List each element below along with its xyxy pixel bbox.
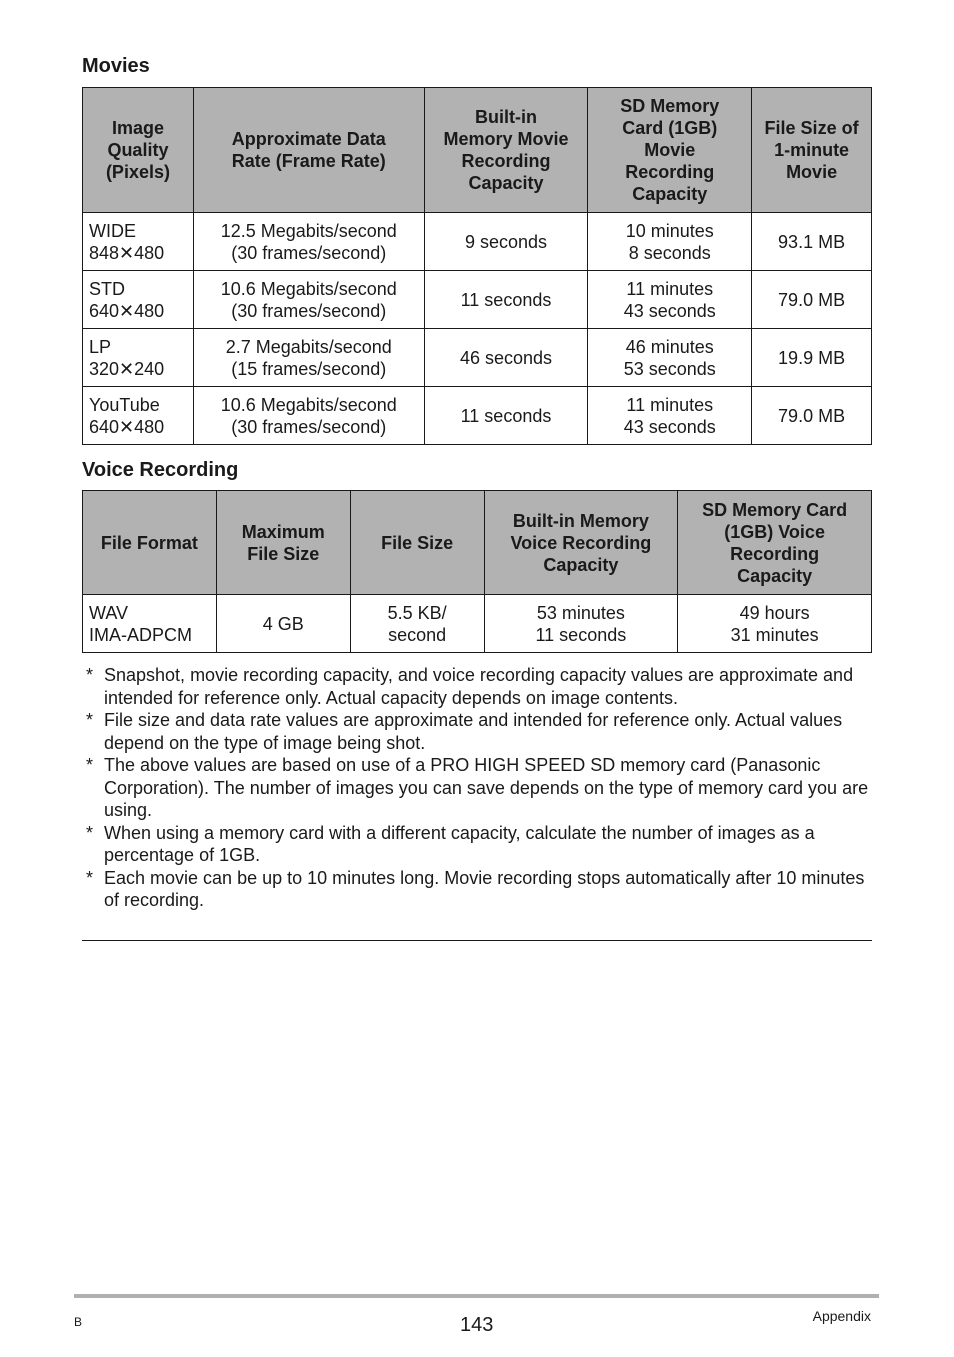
header-image-quality: Image Quality (Pixels)	[82, 87, 194, 213]
cell-rate: 2.7 Megabits/second (15 frames/second)	[192, 328, 425, 387]
header-max-file-size: Maximum File Size	[215, 490, 351, 595]
header-file-format: File Format	[82, 490, 217, 595]
footnote: * Snapshot, movie recording capacity, and…	[82, 664, 872, 709]
footnote: * File size and data rate values are appr…	[82, 709, 872, 754]
footnote-text: Snapshot, movie recording capacity, and …	[104, 665, 854, 708]
table-row: YouTube 640✕480 10.6 Megabits/second (30 f…	[82, 386, 872, 445]
header-builtin-capacity: Built-in Memory Movie Recording Capacity	[423, 87, 589, 213]
footnote: * The above values are based on use of a …	[82, 754, 872, 822]
table-row: LP 320✕240 2.7 Megabits/second (15 frames/…	[82, 328, 872, 387]
cell-file-size: 79.0 MB	[751, 386, 872, 445]
cell-builtin: 11 seconds	[423, 386, 589, 445]
table-row: WIDE 848✕480 12.5 Megabits/second (30 fram…	[82, 212, 872, 271]
movies-header-row: Image Quality (Pixels) Approximate Data Rat…	[82, 87, 872, 213]
header-file-size: File Size of 1-minute Movie	[751, 87, 872, 213]
asterisk-icon: *	[86, 755, 94, 775]
cell-builtin: 53 minutes 11 seconds	[483, 594, 679, 653]
cell-builtin: 46 seconds	[423, 328, 589, 387]
cell-sd: 10 minutes 8 seconds	[587, 212, 753, 271]
cell-file-size: 5.5 KB/second	[349, 594, 485, 653]
cell-rate: 12.5 Megabits/second (30 frames/second)	[192, 212, 425, 271]
table-row: STD 640✕480 10.6 Megabits/second (30 frame…	[82, 270, 872, 329]
asterisk-icon: *	[86, 665, 94, 685]
footnote: * When using a memory card with a differe…	[82, 822, 872, 867]
voice-recording-table: File Format Maximum File Size File Size B…	[82, 490, 872, 653]
footnotes: * Snapshot, movie recording capacity, and…	[82, 664, 872, 912]
table-row: WAV IMA-ADPCM 4 GB 5.5 KB/second 53 minut…	[82, 594, 872, 653]
notes-divider	[82, 940, 872, 941]
header-file-size: File Size	[349, 490, 485, 595]
voice-header-row: File Format Maximum File Size File Size B…	[82, 490, 872, 595]
cell-quality: WIDE 848✕480	[82, 212, 194, 271]
cell-builtin: 9 seconds	[423, 212, 589, 271]
asterisk-icon: *	[86, 867, 94, 888]
footnote-text: The above values are based on use of a P…	[104, 755, 869, 820]
cell-rate: 10.6 Megabits/second (30 frames/second)	[192, 386, 425, 445]
movies-table: Image Quality (Pixels) Approximate Data Rat…	[82, 87, 872, 445]
header-builtin-capacity: Built-in Memory Voice Recording Capacity	[483, 490, 679, 595]
cell-rate: 10.6 Megabits/second (30 frames/second)	[192, 270, 425, 329]
footnote-text: When using a memory card with a differen…	[104, 822, 815, 866]
cell-sd: 46 minutes 53 seconds	[587, 328, 753, 387]
voice-section-title: Voice Recording	[82, 459, 239, 481]
cell-format: WAV IMA-ADPCM	[82, 594, 217, 653]
footer-divider	[74, 1294, 879, 1298]
cell-quality: LP 320✕240	[82, 328, 194, 387]
footnote-text: Each movie can be up to 10 minutes long.…	[104, 867, 865, 911]
asterisk-icon: *	[86, 822, 94, 843]
header-sd-capacity: SD Memory Card (1GB) Movie Recording Capacit…	[587, 87, 753, 213]
footnote: * Each movie can be up to 10 minutes long…	[82, 867, 872, 912]
header-sd-capacity: SD Memory Card (1GB) Voice Recording Capaci…	[677, 490, 872, 595]
movies-section-title: Movies	[82, 55, 150, 77]
cell-sd: 11 minutes 43 seconds	[587, 270, 753, 329]
footer-section-name: Appendix	[812, 1308, 871, 1324]
footer-language-code: B	[74, 1315, 83, 1329]
cell-file-size: 93.1 MB	[751, 212, 872, 271]
header-data-rate: Approximate Data Rate (Frame Rate)	[192, 87, 425, 213]
cell-quality: YouTube 640✕480	[82, 386, 194, 445]
page-number: 143	[460, 1314, 494, 1336]
cell-sd: 49 hours 31 minutes	[677, 594, 872, 653]
cell-builtin: 11 seconds	[423, 270, 589, 329]
cell-quality: STD 640✕480	[82, 270, 194, 329]
cell-max-size: 4 GB	[215, 594, 351, 653]
cell-file-size: 19.9 MB	[751, 328, 872, 387]
cell-file-size: 79.0 MB	[751, 270, 872, 329]
cell-sd: 11 minutes 43 seconds	[587, 386, 753, 445]
footnote-text: File size and data rate values are appro…	[104, 710, 843, 753]
asterisk-icon: *	[86, 710, 94, 730]
